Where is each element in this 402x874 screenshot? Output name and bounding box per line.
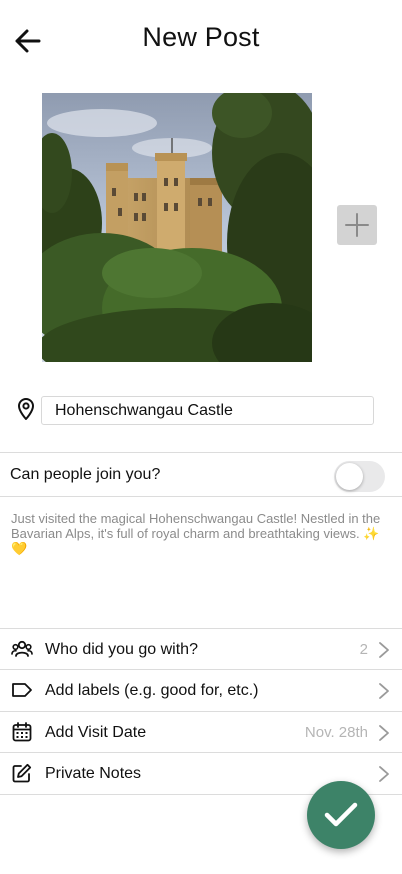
map-pin-icon bbox=[18, 398, 34, 420]
companions-row[interactable]: Who did you go with? 2 bbox=[0, 629, 402, 670]
submit-post-button[interactable] bbox=[307, 781, 375, 849]
calendar-icon bbox=[11, 721, 33, 743]
post-description[interactable]: Just visited the magical Hohenschwangau … bbox=[11, 511, 386, 556]
chevron-right-icon bbox=[379, 642, 389, 658]
toggle-knob bbox=[336, 463, 363, 490]
companions-label: Who did you go with? bbox=[45, 641, 198, 658]
join-toggle-label: Can people join you? bbox=[10, 466, 161, 483]
page-title: New Post bbox=[142, 22, 260, 52]
visit-date-row[interactable]: Add Visit Date Nov. 28th bbox=[0, 712, 402, 753]
location-input[interactable] bbox=[41, 396, 374, 425]
visit-date-label: Add Visit Date bbox=[45, 724, 147, 741]
checkmark-icon bbox=[324, 802, 358, 827]
labels-row[interactable]: Add labels (e.g. good for, etc.) bbox=[0, 670, 402, 711]
chevron-right-icon bbox=[379, 683, 389, 699]
labels-label: Add labels (e.g. good for, etc.) bbox=[45, 682, 259, 699]
add-photo-button[interactable] bbox=[337, 205, 377, 245]
edit-icon bbox=[11, 762, 33, 784]
castle-photo[interactable] bbox=[42, 93, 312, 362]
divider bbox=[0, 496, 402, 497]
join-toggle[interactable] bbox=[334, 461, 385, 492]
private-notes-label: Private Notes bbox=[45, 765, 142, 782]
visit-date-value: Nov. 28th bbox=[304, 724, 368, 741]
chevron-right-icon bbox=[379, 725, 389, 741]
chevron-right-icon bbox=[379, 766, 389, 782]
new-post-screen: New Post Hohenschwangau Castle Can peopl… bbox=[0, 0, 402, 874]
companions-count: 2 bbox=[359, 641, 368, 658]
divider bbox=[0, 452, 402, 453]
tag-icon bbox=[11, 679, 33, 701]
plus-icon bbox=[345, 213, 369, 237]
people-icon bbox=[11, 638, 33, 660]
